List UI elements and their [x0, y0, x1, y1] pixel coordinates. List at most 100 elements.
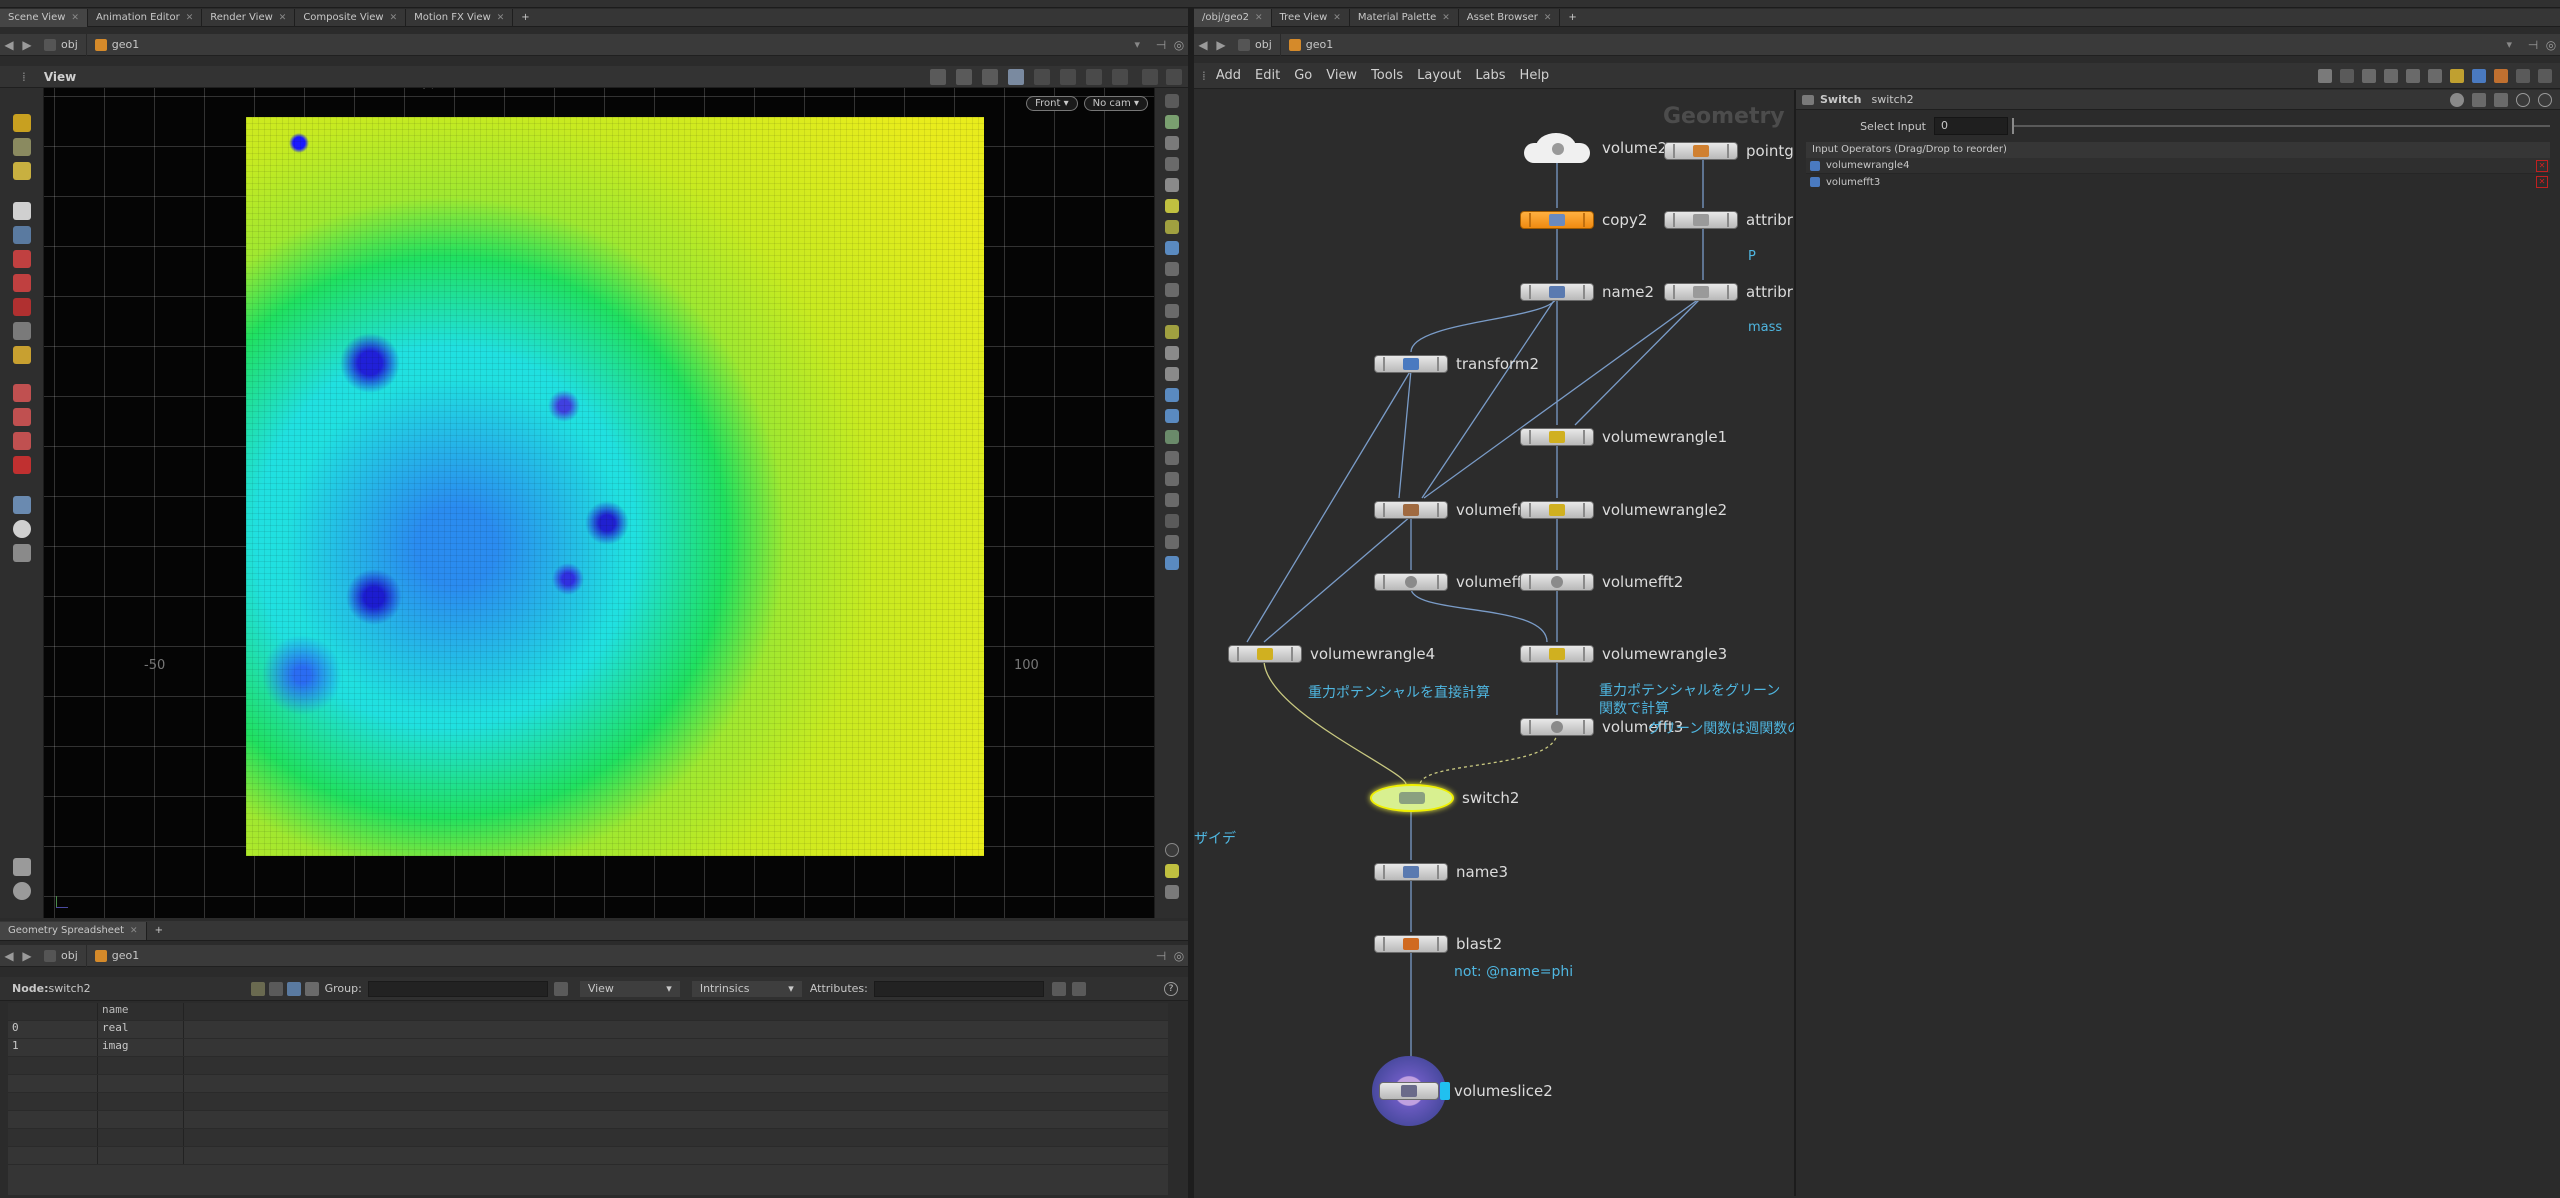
grid-toggle-icon[interactable] — [1165, 864, 1179, 878]
tab-scene-view[interactable]: Scene View ✕ — [0, 8, 88, 27]
node-transform2[interactable]: transform2 — [1374, 352, 1539, 376]
chevron-down-icon[interactable]: ▾ — [1134, 38, 1140, 51]
node-volumewrangle2[interactable]: volumewrangle2 — [1520, 498, 1727, 522]
vectors-icon[interactable] — [1165, 325, 1179, 339]
viewport-camera-icon[interactable] — [1165, 885, 1179, 899]
node-copy2[interactable]: copy2 — [1520, 208, 1647, 232]
prim-numbers-icon[interactable] — [1165, 304, 1179, 318]
node-blast2[interactable]: blast2 — [1374, 932, 1502, 956]
note-icon[interactable] — [2450, 68, 2464, 83]
menu-item-labs[interactable]: Labs — [1475, 68, 1505, 83]
tile-view-icon[interactable] — [2406, 68, 2420, 83]
add-tab-button[interactable]: + — [1560, 9, 1584, 27]
tab-network-path[interactable]: /obj/geo2 ✕ — [1194, 8, 1272, 27]
close-icon[interactable]: ✕ — [186, 9, 194, 27]
node-volumefft2[interactable]: volumefft2 — [1520, 570, 1683, 594]
path-geo[interactable]: geo1 — [1281, 34, 2507, 56]
tab-asset-browser[interactable]: Asset Browser ✕ — [1459, 8, 1561, 27]
uv-icon[interactable] — [1165, 430, 1179, 444]
close-icon[interactable]: ✕ — [390, 9, 398, 27]
search-icon[interactable] — [2494, 92, 2508, 107]
light-icon[interactable] — [13, 882, 31, 900]
group-display-icon[interactable] — [1165, 451, 1179, 465]
bounding-box-icon[interactable] — [1165, 367, 1179, 381]
network-editor[interactable]: Geometry ザイデ volume2 pointge copy2 attri… — [1194, 90, 1794, 1196]
question-icon[interactable] — [2538, 92, 2552, 107]
render-icon[interactable] — [13, 544, 31, 562]
snap-grid-icon[interactable] — [13, 384, 31, 402]
group-field[interactable] — [367, 980, 548, 997]
chevron-down-icon[interactable]: ▾ — [2506, 38, 2512, 51]
filter-icon[interactable] — [553, 981, 568, 996]
snap-point-icon[interactable] — [13, 408, 31, 426]
attributes-field[interactable] — [873, 980, 1044, 997]
path-obj[interactable]: obj — [36, 33, 87, 56]
pin-icon[interactable]: ⊣ — [2524, 38, 2542, 52]
menu-item-help[interactable]: Help — [1520, 68, 1550, 83]
forward-arrow-icon[interactable]: ▶ — [1212, 38, 1230, 52]
node-volumewrangle1[interactable]: volumewrangle1 — [1520, 425, 1727, 449]
help-icon[interactable]: ? — [1164, 981, 1178, 996]
lock-icon[interactable] — [13, 226, 31, 244]
display-flag-icon[interactable] — [1440, 1082, 1450, 1100]
link-icon[interactable]: ◎ — [1170, 949, 1188, 963]
table-row[interactable]: 1 imag — [8, 1039, 1168, 1057]
normals-icon[interactable] — [1165, 283, 1179, 297]
list-item[interactable]: volumewrangle4 ✕ — [1806, 158, 2550, 174]
primitives-mode-icon[interactable] — [286, 981, 301, 996]
safe-area-icon[interactable] — [1165, 493, 1179, 507]
node-volumewrangle3[interactable]: volumewrangle3 — [1520, 642, 1727, 666]
node-volumefrom[interactable]: volumefro — [1374, 498, 1532, 522]
filter-icon[interactable] — [1051, 981, 1066, 996]
points-icon[interactable] — [1165, 262, 1179, 276]
node-name-field[interactable]: switch2 — [1871, 93, 1913, 106]
table-row[interactable]: 0 real — [8, 1021, 1168, 1039]
close-icon[interactable]: ✕ — [1544, 9, 1552, 27]
layout-icon[interactable] — [1142, 68, 1158, 85]
node-name3[interactable]: name3 — [1374, 860, 1508, 884]
orient-icon[interactable] — [13, 496, 31, 514]
sort-icon[interactable] — [1071, 981, 1086, 996]
snap-curve-icon[interactable] — [13, 432, 31, 450]
path-geo[interactable]: geo1 — [87, 945, 1152, 967]
camera-dropdown[interactable]: No cam ▾ — [1083, 96, 1148, 111]
jump-to-node-icon[interactable] — [1810, 177, 1820, 187]
column-header-name[interactable]: name — [98, 1003, 184, 1020]
tab-render-view[interactable]: Render View ✕ — [202, 8, 296, 27]
node-volume2[interactable]: volume2 — [1518, 133, 1667, 163]
node-volumewrangle4[interactable]: volumewrangle4 — [1228, 642, 1435, 666]
flag-icon[interactable] — [2340, 68, 2354, 83]
display-option-icon[interactable] — [1165, 94, 1179, 108]
folder-color-icon[interactable] — [2494, 68, 2508, 83]
node-name2[interactable]: name2 — [1520, 280, 1654, 304]
remove-input-icon[interactable]: ✕ — [2536, 176, 2548, 188]
magnet-icon[interactable] — [13, 456, 31, 474]
overview-icon[interactable] — [2538, 68, 2552, 83]
backface-icon[interactable] — [1165, 388, 1179, 402]
tab-motion-fx-view[interactable]: Motion FX View ✕ — [406, 8, 514, 27]
back-arrow-icon[interactable]: ◀ — [1194, 38, 1212, 52]
select-input-slider[interactable] — [2012, 118, 2550, 134]
close-icon[interactable]: ✕ — [130, 922, 138, 940]
list-item[interactable]: volumefft3 ✕ — [1806, 174, 2550, 190]
rotate-tool-icon[interactable] — [13, 274, 31, 292]
viewport-canvas[interactable]: 100 -50 100 Front ▾ No cam ▾ — [44, 88, 1154, 918]
scale-tool-icon[interactable] — [13, 298, 31, 316]
points-mode-icon[interactable] — [250, 981, 265, 996]
add-tab-button[interactable]: + — [513, 9, 537, 27]
menu-item-add[interactable]: Add — [1216, 68, 1241, 83]
jump-to-node-icon[interactable] — [1810, 160, 1820, 171]
tab-material-palette[interactable]: Material Palette ✕ — [1350, 8, 1459, 27]
select-tool-icon[interactable] — [13, 114, 31, 132]
snapshot-icon[interactable] — [1165, 556, 1179, 570]
view-dropdown[interactable]: View ▾ — [579, 980, 680, 997]
remove-input-icon[interactable]: ✕ — [2536, 159, 2548, 172]
brush-tool-icon[interactable] — [13, 346, 31, 364]
ghost-icon[interactable] — [1165, 157, 1179, 171]
image-icon[interactable] — [2472, 68, 2486, 83]
zoom-icon[interactable] — [2516, 68, 2530, 83]
slider-handle[interactable] — [2012, 118, 2014, 134]
node-volumefft[interactable]: volumefft — [1374, 570, 1528, 594]
tab-composite-view[interactable]: Composite View ✕ — [295, 8, 407, 27]
path-obj[interactable]: obj — [36, 944, 87, 967]
